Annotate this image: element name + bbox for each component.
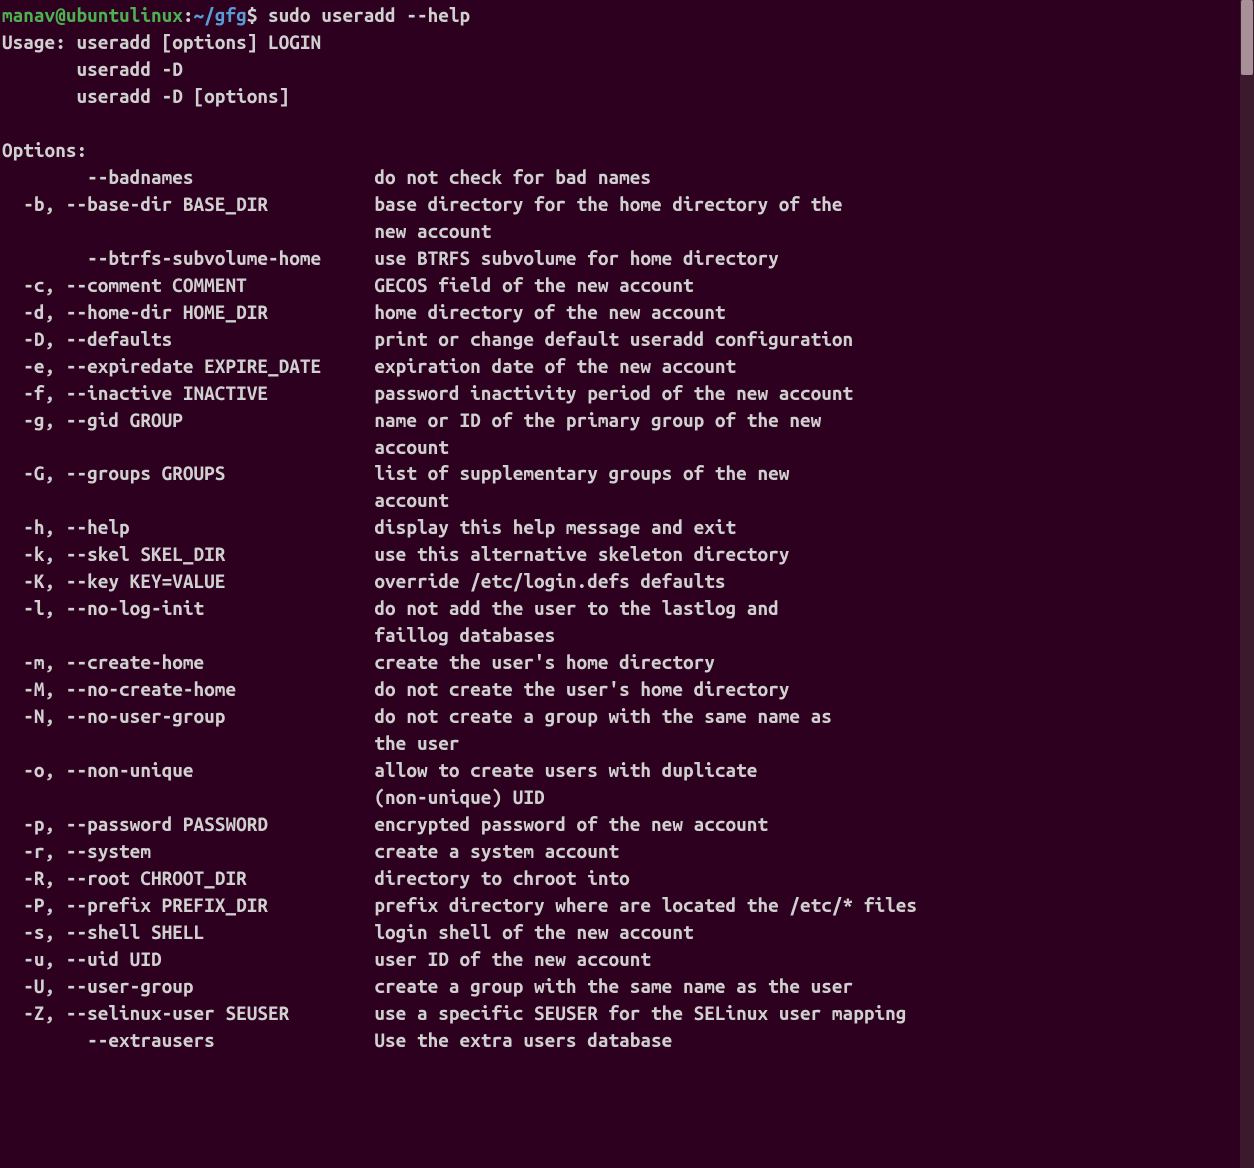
terminal-output[interactable]: manav@ubuntulinux:~/gfg$ sudo useradd --… <box>0 0 1254 1056</box>
scrollbar-thumb[interactable] <box>1241 0 1253 75</box>
prompt-dollar: $ <box>247 4 268 26</box>
prompt-colon: : <box>183 4 194 26</box>
scrollbar-track[interactable] <box>1240 0 1254 1168</box>
command-text: sudo useradd --help <box>268 4 470 26</box>
prompt-user-host: manav@ubuntulinux <box>2 4 183 26</box>
command-output: Usage: useradd [options] LOGIN useradd -… <box>2 31 917 1051</box>
prompt-path: ~/gfg <box>194 4 247 26</box>
